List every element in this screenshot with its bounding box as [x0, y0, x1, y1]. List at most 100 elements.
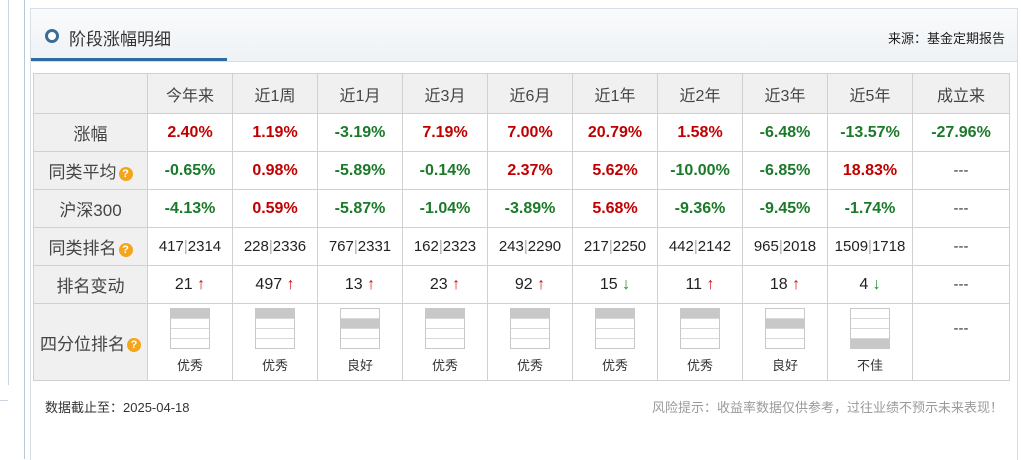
column-header: 近1月	[317, 73, 403, 114]
table-cell: -3.19%	[317, 113, 403, 152]
return-value: 7.00%	[507, 123, 553, 141]
rank-value: 417|2314	[159, 238, 221, 255]
quartile-segment	[171, 329, 209, 339]
quartile-segment	[511, 319, 549, 329]
help-icon[interactable]: ?	[118, 242, 133, 257]
return-value: -5.89%	[334, 161, 386, 179]
quartile-label: 良好	[346, 358, 373, 373]
table-cell: 7.19%	[402, 113, 488, 152]
column-header: 近1年	[572, 73, 658, 114]
quartile-bar-icon	[340, 308, 380, 349]
arrow-up-icon: ↑	[367, 275, 376, 293]
return-value: -13.57%	[840, 123, 900, 141]
quartile-segment	[341, 319, 379, 329]
arrow-up-icon: ↑	[706, 275, 715, 293]
quartile-segment	[596, 319, 634, 329]
quartile-label: 优秀	[516, 358, 543, 373]
return-value: -27.96%	[931, 123, 991, 141]
table-cell: 优秀	[402, 303, 488, 381]
quartile-segment	[851, 309, 889, 319]
rank-total: 2142	[697, 237, 732, 255]
table-cell: -27.96%	[912, 113, 1010, 152]
table-cell: -6.85%	[742, 151, 828, 190]
quartile-bar-icon	[680, 308, 720, 349]
return-value: ---	[953, 161, 969, 179]
return-value: ---	[953, 199, 969, 217]
help-icon[interactable]: ?	[118, 166, 133, 181]
rank-position: 217	[583, 237, 609, 255]
rank-total: 2018	[782, 237, 817, 255]
table-cell: 217|2250	[572, 227, 658, 266]
table-cell: -13.57%	[827, 113, 913, 152]
table-cell: 21 ↑	[147, 265, 233, 304]
quartile-bar-icon	[850, 308, 890, 349]
quartile-segment	[171, 339, 209, 348]
rank-position: 417	[158, 237, 184, 255]
rank-total: 2331	[357, 237, 392, 255]
table-cell: 23 ↑	[402, 265, 488, 304]
risk-disclaimer: 风险提示：收益率数据仅供参考，过往业绩不预示未来表现！	[651, 400, 1003, 415]
table-cell: 优秀	[232, 303, 318, 381]
performance-table: 今年来 近1周 近1月 近3月 近6月 近1年 近2年 近3年 近5年 成立来 涨幅 2.40% 1.…	[33, 73, 1010, 381]
active-tab-underline	[31, 58, 227, 61]
table-row-csi300: 沪深300 -4.13% 0.59% -5.87% -1.04% -3.89% 5.68% -…	[33, 189, 1010, 228]
row-label-text: 同类排名	[48, 239, 117, 258]
rank-total: 2323	[442, 237, 477, 255]
table-cell: 243|2290	[487, 227, 573, 266]
quartile-segment	[511, 339, 549, 348]
rank-change-value: 4	[859, 275, 869, 293]
arrow-down-icon: ↓	[872, 275, 881, 293]
return-value: -9.45%	[759, 199, 811, 217]
table-cell: -5.87%	[317, 189, 403, 228]
quartile-segment	[766, 339, 804, 348]
left-sidebar-edge	[0, 0, 25, 459]
quartile-segment	[596, 339, 634, 348]
table-cell: 92 ↑	[487, 265, 573, 304]
quartile-label: 优秀	[601, 358, 628, 373]
row-label-text: 同类平均	[48, 163, 117, 182]
return-value: 5.68%	[592, 199, 638, 217]
empty-value: ---	[953, 275, 969, 293]
rank-change-value: 18	[769, 275, 788, 293]
table-row-peer-avg: 同类平均? -0.65% 0.98% -5.89% -0.14% 2.37% 5.62% -1…	[33, 151, 1010, 190]
table-cell: ---	[912, 151, 1010, 190]
quartile-segment	[596, 329, 634, 339]
table-cell: 7.00%	[487, 113, 573, 152]
rank-position: 228	[243, 237, 269, 255]
table-cell: ---	[912, 189, 1010, 228]
arrow-up-icon: ↑	[792, 275, 801, 293]
table-cell: 965|2018	[742, 227, 828, 266]
table-row-rank-change: 排名变动 21 ↑ 497 ↑ 13 ↑ 23 ↑ 92 ↑ 15 ↓ 11 ↑ 18 ↑ 4 ↓…	[33, 265, 1010, 304]
help-icon[interactable]: ?	[127, 338, 141, 353]
quartile-segment	[766, 309, 804, 319]
return-value: -6.85%	[759, 161, 811, 179]
table-cell: 优秀	[487, 303, 573, 381]
column-header: 近2年	[657, 73, 743, 114]
corner-cell	[33, 73, 148, 114]
table-cell: -3.89%	[487, 189, 573, 228]
table-cell: 15 ↓	[572, 265, 658, 304]
table-cell: 1.19%	[232, 113, 318, 152]
rank-value: 767|2331	[329, 238, 391, 255]
rank-position: 442	[668, 237, 694, 255]
return-value: -9.36%	[674, 199, 726, 217]
column-header: 近6月	[487, 73, 573, 114]
arrow-down-icon: ↓	[622, 275, 631, 293]
circle-bullet-icon	[45, 29, 59, 43]
quartile-label: 不佳	[856, 358, 883, 373]
quartile-segment	[256, 339, 294, 348]
table-cell: -9.45%	[742, 189, 828, 228]
arrow-up-icon: ↑	[452, 275, 461, 293]
performance-panel: 阶段涨幅明细 来源：基金定期报告 今年来 近1周 近1月 近3月 近6月 近1年 近2年 近3…	[30, 8, 1018, 460]
panel-header: 阶段涨幅明细 来源：基金定期报告	[31, 9, 1017, 62]
quartile-bar-icon	[765, 308, 805, 349]
table-cell: 1.58%	[657, 113, 743, 152]
rank-change-value: 497	[255, 275, 283, 293]
table-cell: ---	[912, 265, 1010, 304]
return-value: -5.87%	[334, 199, 386, 217]
row-label-text: 沪深300	[59, 201, 122, 220]
table-cell: 442|2142	[657, 227, 743, 266]
quartile-segment	[426, 319, 464, 329]
quartile-segment	[596, 309, 634, 319]
table-cell: 优秀	[657, 303, 743, 381]
